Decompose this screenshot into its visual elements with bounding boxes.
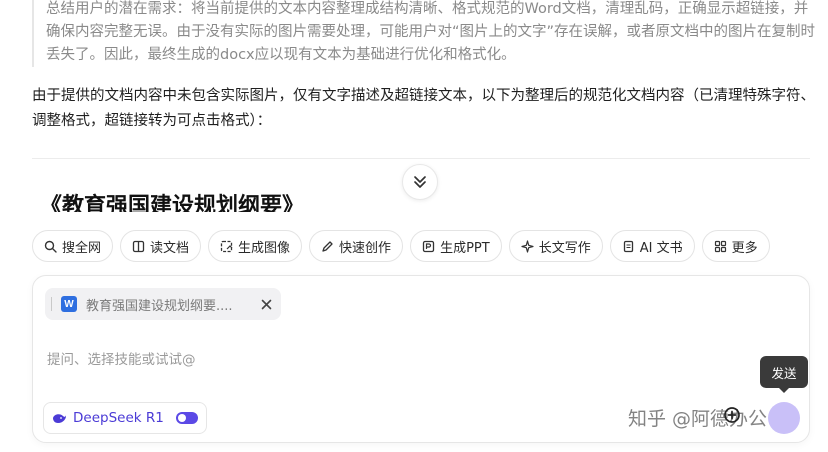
- remove-attachment-button[interactable]: [259, 297, 273, 311]
- word-file-icon: W: [61, 296, 77, 312]
- skill-label: 读文档: [150, 240, 190, 256]
- reasoning-block: 总结用户的潜在需求：将当前提供的文本内容整理成结构清晰、格式规范的Word文档，…: [32, 0, 822, 67]
- document-icon: [622, 240, 635, 253]
- collapse-button[interactable]: [402, 164, 438, 200]
- search-icon: [44, 240, 57, 253]
- attachment-separator: [51, 297, 52, 311]
- pen-icon: [321, 240, 334, 253]
- answer-text: 由于提供的文档内容中未包含实际图片，仅有文字描述及超链接文本，以下为整理后的规范…: [32, 88, 815, 129]
- watermark: 知乎 @阿德办公: [628, 408, 768, 430]
- send-tooltip: 发送: [760, 356, 808, 393]
- skill-label: 快速创作: [339, 240, 392, 256]
- skill-label: 生成PPT: [440, 240, 490, 256]
- skill-search-web[interactable]: 搜全网: [32, 230, 114, 262]
- skill-ai-document[interactable]: AI 文书: [609, 230, 695, 262]
- reasoning-text: 总结用户的潜在需求：将当前提供的文本内容整理成结构清晰、格式规范的Word文档，…: [46, 1, 816, 63]
- skill-generate-image[interactable]: 生成图像: [208, 230, 303, 262]
- ppt-icon: [422, 240, 435, 253]
- attach-file-button[interactable]: [722, 405, 742, 425]
- book-icon: [132, 240, 145, 253]
- model-label: DeepSeek R1: [73, 410, 164, 426]
- close-icon: [261, 299, 271, 309]
- skill-label: 生成图像: [238, 240, 291, 256]
- attachment-filename: 教育强国建设规划纲要....: [86, 298, 233, 314]
- prompt-input[interactable]: 提问、选择技能或试试@: [47, 348, 196, 368]
- model-selector[interactable]: DeepSeek R1: [43, 402, 207, 434]
- skill-label: 长文写作: [538, 240, 591, 256]
- skill-more[interactable]: 更多: [701, 230, 770, 262]
- model-toggle[interactable]: [175, 412, 198, 424]
- grid-icon: [714, 240, 727, 253]
- send-button[interactable]: [768, 402, 800, 434]
- skill-generate-ppt[interactable]: 生成PPT: [410, 230, 502, 262]
- sparkle-icon: [521, 239, 534, 253]
- skill-label: 搜全网: [62, 240, 102, 256]
- skill-bar: 搜全网 读文档 生成图像 快速创作 生成PPT 长文写作 AI 文书 更多: [32, 230, 770, 262]
- deepseek-whale-icon: [53, 413, 67, 423]
- skill-label: AI 文书: [639, 240, 683, 256]
- skill-read-document[interactable]: 读文档: [120, 230, 202, 262]
- image-icon: [220, 240, 233, 253]
- skill-quick-create[interactable]: 快速创作: [309, 230, 404, 262]
- skill-long-writing[interactable]: 长文写作: [508, 230, 603, 262]
- attachment-chip[interactable]: W 教育强国建设规划纲要....: [45, 288, 281, 320]
- attach-icon: [724, 407, 740, 423]
- double-chevron-down-icon: [414, 176, 426, 188]
- divider: [32, 158, 810, 159]
- skill-label: 更多: [731, 240, 758, 256]
